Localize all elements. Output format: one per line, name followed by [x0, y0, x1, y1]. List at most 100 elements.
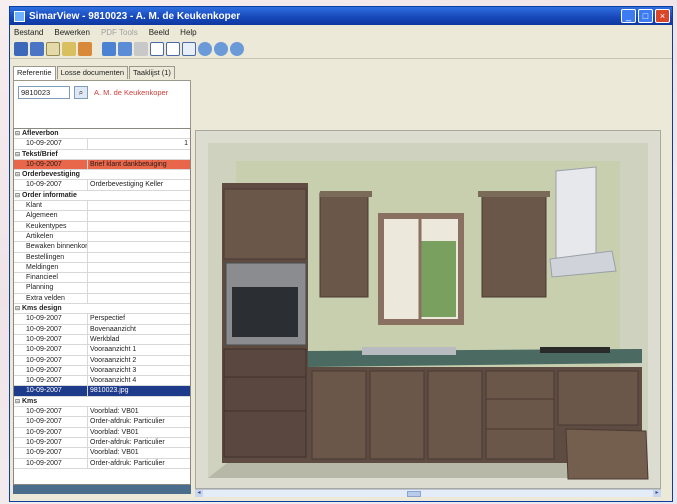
tree-row-date: Bewaken binnenkomst	[14, 242, 88, 252]
tree-row[interactable]: 10-09-2007 Voorblad: VB01	[14, 427, 190, 438]
tree-row-description: Perspectief	[90, 315, 126, 323]
tree-row[interactable]: 10-09-2007 Orderbevestiging Keller	[14, 180, 190, 191]
tree-row-date: Meldingen	[14, 262, 88, 273]
scan-multi-icon[interactable]	[30, 41, 44, 56]
tree-row-description: 9810023.jpg	[90, 387, 129, 395]
tree-row-date: 10-09-2007	[14, 180, 88, 190]
tree-row-description: Brief klant dankbetuiging	[90, 160, 167, 168]
tab-referentie[interactable]: Referentie	[13, 66, 56, 80]
tree-row-date: 10-09-2007	[14, 334, 88, 345]
user-icon[interactable]	[78, 41, 92, 56]
tree-row[interactable]: 10-09-2007 9810023.jpg	[14, 386, 190, 397]
menu-item-pdf-tools[interactable]: PDF Tools	[101, 28, 138, 37]
tree-row[interactable]: 10-09-2007 Order-afdruk: Particulier	[14, 417, 190, 428]
tree-row[interactable]: 10-09-2007 Voorblad: VB01	[14, 448, 190, 459]
minimize-button[interactable]: _	[621, 9, 636, 23]
tree-row[interactable]: Algemeen	[14, 211, 190, 222]
tree-row-count: 1	[184, 140, 188, 148]
tree-row[interactable]: 10-09-2007 Vooraanzicht 4	[14, 376, 190, 387]
menu-item-help[interactable]: Help	[180, 28, 196, 37]
tree-row[interactable]: 10-09-2007 Order-afdruk: Particulier	[14, 458, 190, 469]
tree-row[interactable]: 10-09-2007 Vooraanzicht 2	[14, 355, 190, 366]
menu-bar: Bestand Bewerken PDF Tools Beeld Help	[10, 25, 672, 39]
scrollbar-thumb[interactable]	[407, 491, 421, 497]
tree-row[interactable]: Meldingen	[14, 262, 190, 274]
close-button[interactable]: ×	[655, 9, 670, 23]
reference-input[interactable]: 9810023	[18, 86, 70, 99]
tree-row-description: Voorblad: VB01	[90, 428, 139, 436]
tree-group-header[interactable]: ⊟ Orderbevestiging	[14, 170, 190, 181]
tree-row-description: Vooraanzicht 3	[90, 366, 137, 374]
menu-item-bewerken[interactable]: Bewerken	[54, 28, 90, 37]
collapse-icon[interactable]: ⊟	[15, 129, 20, 139]
doc-icon[interactable]	[166, 41, 180, 56]
search-icon[interactable]: ⌕	[74, 86, 88, 99]
maximize-button[interactable]: □	[638, 9, 653, 23]
tree-row-date: Extra velden	[14, 293, 88, 304]
tree-row-description: Bovenaanzicht	[90, 325, 136, 333]
tree-row[interactable]: Bestellingen	[14, 252, 190, 263]
collapse-icon[interactable]: ⊟	[15, 397, 20, 407]
edit-icon[interactable]	[62, 41, 76, 56]
rotate-icon[interactable]	[230, 41, 244, 56]
tree-row-description	[88, 294, 190, 303]
menu-item-bestand[interactable]: Bestand	[14, 28, 43, 37]
tree-row[interactable]: 10-09-2007 Vooraanzicht 3	[14, 365, 190, 377]
tab-losse-documenten[interactable]: Losse documenten	[56, 66, 128, 79]
tree-row-date: 10-09-2007	[14, 376, 88, 386]
tree-group-header[interactable]: ⊟ Afleverbon	[14, 129, 190, 140]
tree-row[interactable]: 10-09-2007 Voorblad: VB01	[14, 407, 190, 418]
tree-group-header[interactable]: ⊟ Kms	[14, 397, 190, 408]
tab-taaklijst[interactable]: Taaklijst (1)	[129, 66, 175, 79]
doc-icon[interactable]	[150, 41, 164, 56]
tree-row[interactable]: 10-09-2007 Order-afdruk: Particulier	[14, 437, 190, 449]
tree-row-description: Voorblad: VB01	[90, 408, 139, 416]
app-icon	[14, 10, 25, 22]
window-title: SimarView - 9810023 - A. M. de Keukenkop…	[29, 10, 241, 22]
tree-row-description	[88, 283, 190, 292]
grid-icon[interactable]	[182, 41, 196, 56]
tree-row[interactable]: 10-09-2007 Brief klant dankbetuiging	[14, 159, 190, 171]
horizontal-scrollbar[interactable]: ◂ ▸	[195, 489, 661, 497]
tree-row-description	[88, 201, 190, 210]
menu-item-beeld[interactable]: Beeld	[149, 28, 169, 37]
collapse-icon[interactable]: ⊟	[15, 170, 20, 180]
reference-tab-content: 9810023 ⌕ A. M. de Keukenkoper	[13, 80, 191, 134]
tree-row[interactable]: Artikelen	[14, 231, 190, 243]
tree-row-date: 10-09-2007	[14, 139, 88, 149]
scroll-left-icon[interactable]: ◂	[195, 490, 203, 497]
page-save-icon[interactable]	[102, 41, 116, 56]
tree-row[interactable]: Financieel	[14, 273, 190, 284]
tree-row-date: Bestellingen	[14, 252, 88, 262]
rotate-right-icon[interactable]	[214, 41, 228, 56]
rotate-left-icon[interactable]	[198, 41, 212, 56]
page-copy-icon[interactable]	[118, 41, 132, 56]
print-icon[interactable]	[134, 41, 148, 56]
tree-row-date: 10-09-2007	[14, 458, 88, 468]
tree-row[interactable]: Klant	[14, 201, 190, 212]
tree-group-header[interactable]: ⊟ Kms design	[14, 304, 190, 315]
tree-row[interactable]: 10-09-2007 Vooraanzicht 1	[14, 345, 190, 356]
tree-group-header[interactable]: ⊟ Order informatie	[14, 191, 190, 202]
tree-row[interactable]: 10-09-2007 Werkblad	[14, 334, 190, 346]
tree-group-label: Tekst/Brief	[22, 150, 58, 158]
tree-group-header[interactable]: ⊟ Tekst/Brief	[14, 150, 190, 160]
tree-row-description	[88, 211, 190, 220]
tree-row[interactable]: Extra velden	[14, 293, 190, 305]
tree-group-label: Kms design	[22, 305, 62, 313]
envelope-icon[interactable]	[46, 41, 60, 56]
tree-group-label: Afleverbon	[22, 130, 59, 137]
scan-icon[interactable]	[14, 41, 28, 56]
tree-row[interactable]: Keukentypes	[14, 221, 190, 232]
collapse-icon[interactable]: ⊟	[15, 150, 20, 160]
tree-row[interactable]: 10-09-2007 1	[14, 139, 190, 150]
tree-row[interactable]: 10-09-2007 Perspectief	[14, 314, 190, 325]
tree-row-description: Order-afdruk: Particulier	[90, 418, 165, 426]
collapse-icon[interactable]: ⊟	[15, 191, 20, 201]
collapse-icon[interactable]: ⊟	[15, 304, 20, 314]
tree-row[interactable]: 10-09-2007 Bovenaanzicht	[14, 324, 190, 335]
tree-row[interactable]: Planning	[14, 283, 190, 294]
reference-panel: Referentie Losse documenten Taaklijst (1…	[13, 66, 191, 134]
tree-row[interactable]: Bewaken binnenkomst	[14, 242, 190, 253]
scroll-right-icon[interactable]: ▸	[653, 490, 661, 497]
